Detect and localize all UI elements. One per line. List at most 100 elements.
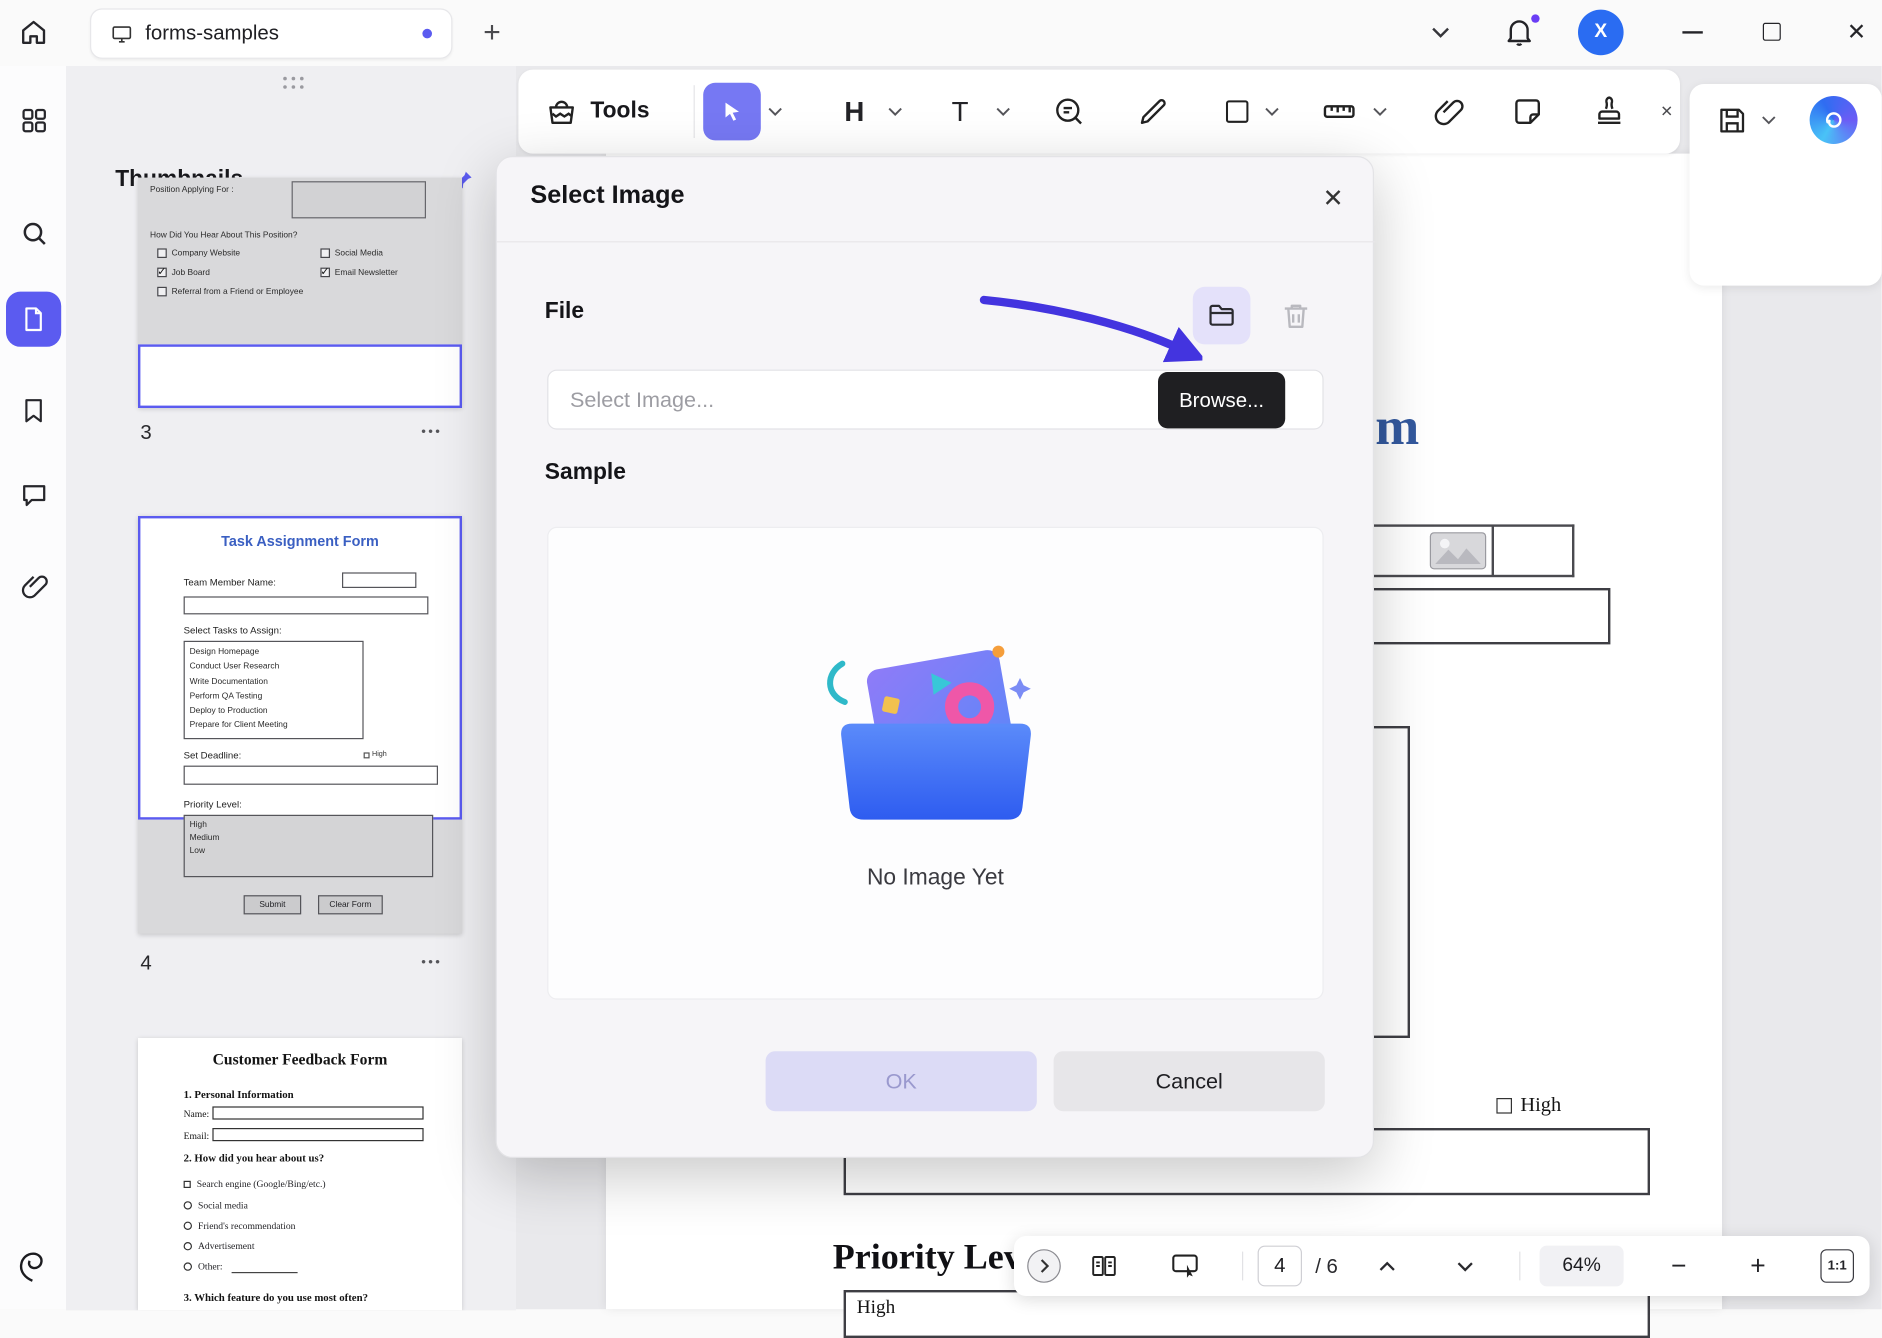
page-view-button[interactable] (1086, 1250, 1122, 1281)
heading-tool-button[interactable]: H (833, 85, 876, 138)
trash-icon (1279, 299, 1313, 333)
stamp-tool-button[interactable] (1589, 91, 1630, 132)
doc-field-box[interactable] (1366, 588, 1611, 644)
annotation-arrow (974, 288, 1202, 374)
form-title: Task Assignment Form (138, 533, 462, 550)
monitor-icon (110, 22, 133, 45)
measure-tool-button[interactable] (1318, 91, 1361, 132)
shape-tool-button[interactable] (1217, 91, 1258, 132)
save-tool-button[interactable] (1711, 100, 1752, 141)
section-label: 3. Which feature do you use most often? (184, 1291, 368, 1303)
new-tab-button[interactable]: + (473, 13, 511, 51)
sidebar-item-search[interactable] (17, 216, 51, 250)
close-button[interactable]: ✕ (1840, 16, 1874, 50)
toolbar-divider (694, 85, 695, 138)
page-number-3: 3 (140, 421, 151, 445)
ok-button[interactable]: OK (766, 1051, 1037, 1111)
bar-divider (1519, 1252, 1520, 1281)
page-number-input[interactable]: 4 (1258, 1246, 1302, 1287)
two-page-icon (1088, 1252, 1119, 1281)
tab-list-chevron-icon[interactable] (1426, 20, 1455, 44)
page-navigation-bar: 4 / 6 64% − + 1:1 (1014, 1236, 1870, 1296)
maximize-button[interactable] (1763, 23, 1781, 41)
field-label: Name: (184, 1109, 210, 1120)
app-logo[interactable] (13, 1248, 51, 1286)
doc-high-checkbox[interactable] (1496, 1098, 1512, 1114)
sidebar-item-pages-active[interactable] (6, 292, 61, 347)
home-icon[interactable] (16, 14, 52, 50)
main-toolbar: Tools H T ✕ (518, 70, 1680, 154)
empty-folder-illustration (815, 642, 1055, 822)
chevron-up-icon (1379, 1261, 1396, 1272)
zoom-level-button[interactable]: 64% (1540, 1246, 1624, 1287)
sidebar-item-grid[interactable] (17, 103, 51, 137)
tools-label: Tools (590, 98, 649, 124)
doc-priority-select[interactable]: High (844, 1290, 1650, 1338)
zoom-out-button[interactable]: − (1662, 1248, 1696, 1284)
field-box (292, 181, 426, 218)
tools-button[interactable]: Tools (545, 83, 650, 141)
cursor-icon (720, 100, 744, 124)
next-page-button[interactable] (1450, 1253, 1481, 1279)
sidebar-item-bookmarks[interactable] (17, 394, 51, 428)
sidebar-item-attachments[interactable] (17, 569, 51, 603)
previous-page-button[interactable] (1372, 1253, 1403, 1279)
field-label: Set Deadline: (184, 751, 242, 761)
minimize-button[interactable] (1682, 31, 1702, 33)
save-tool-chevron-icon[interactable] (1759, 112, 1778, 129)
field-box (184, 766, 438, 785)
zoom-in-button[interactable]: + (1741, 1248, 1775, 1284)
expand-bar-button[interactable] (1027, 1249, 1061, 1283)
ai-assistant-button[interactable] (1810, 96, 1858, 144)
toolbox-icon (545, 95, 579, 129)
doc-priority-option: High (857, 1297, 895, 1319)
page3-content: Position Applying For : How Did You Hear… (138, 178, 462, 345)
empty-state-text: No Image Yet (867, 865, 1004, 891)
select-tool-button[interactable] (703, 83, 761, 141)
text-tool-button[interactable]: T (938, 85, 981, 138)
paperclip-icon (1432, 95, 1466, 129)
page-3-menu-button[interactable]: ••• (421, 425, 442, 439)
field-label: Team Member Name: (184, 578, 276, 588)
presentation-button[interactable] (1165, 1250, 1203, 1281)
sample-preview: No Image Yet (547, 527, 1323, 1000)
sidebar-item-comments[interactable] (17, 478, 51, 512)
ai-swirl-icon (1820, 107, 1846, 133)
attachment-tool-button[interactable] (1428, 91, 1469, 132)
sample-label: Sample (545, 460, 626, 486)
doc-image-cell-empty[interactable] (1494, 524, 1574, 577)
text-tool-chevron-icon[interactable] (994, 103, 1013, 120)
avatar[interactable]: X (1578, 10, 1624, 56)
panel-drag-handle[interactable] (283, 77, 305, 90)
field-label: Email: (184, 1130, 210, 1141)
page3-selected-region[interactable] (138, 344, 462, 408)
pen-tool-button[interactable] (1133, 91, 1174, 132)
thumbnail-page-4[interactable]: Task Assignment Form Team Member Name: S… (138, 516, 462, 934)
shape-tool-chevron-icon[interactable] (1262, 103, 1281, 120)
measure-tool-chevron-icon[interactable] (1370, 103, 1389, 120)
bar-divider (1242, 1252, 1243, 1281)
actual-size-button[interactable]: 1:1 (1820, 1249, 1854, 1283)
thumbnails-panel: Thumbnails Position Applying For : How D… (66, 66, 516, 1310)
select-tool-chevron-icon[interactable] (766, 103, 785, 120)
other-underline (232, 1272, 298, 1273)
stamp-icon (1592, 95, 1626, 129)
page-4-menu-button[interactable]: ••• (421, 955, 442, 969)
heading-tool-chevron-icon[interactable] (886, 103, 905, 120)
document-tab[interactable]: forms-samples (90, 8, 452, 58)
dialog-close-icon[interactable]: ✕ (1313, 178, 1354, 219)
toolbar-overflow-close-icon[interactable]: ✕ (1656, 101, 1678, 123)
image-placeholder-icon (1429, 532, 1487, 570)
notifications-button[interactable] (1502, 14, 1540, 52)
cancel-button[interactable]: Cancel (1054, 1051, 1325, 1111)
thumb-checkbox-option: Social Media (320, 248, 382, 258)
comment-search-tool-button[interactable] (1049, 91, 1090, 132)
field-label: How Did You Hear About This Position? (150, 232, 297, 240)
pen-icon (1136, 95, 1170, 129)
thumbnail-page-5[interactable]: Customer Feedback Form 1. Personal Infor… (138, 1038, 462, 1310)
sticker-tool-button[interactable] (1507, 91, 1548, 132)
delete-image-button[interactable] (1274, 294, 1317, 337)
thumbnail-page-3[interactable]: Position Applying For : How Did You Hear… (138, 178, 462, 408)
notification-dot (1531, 14, 1539, 22)
field-box (212, 1106, 423, 1119)
